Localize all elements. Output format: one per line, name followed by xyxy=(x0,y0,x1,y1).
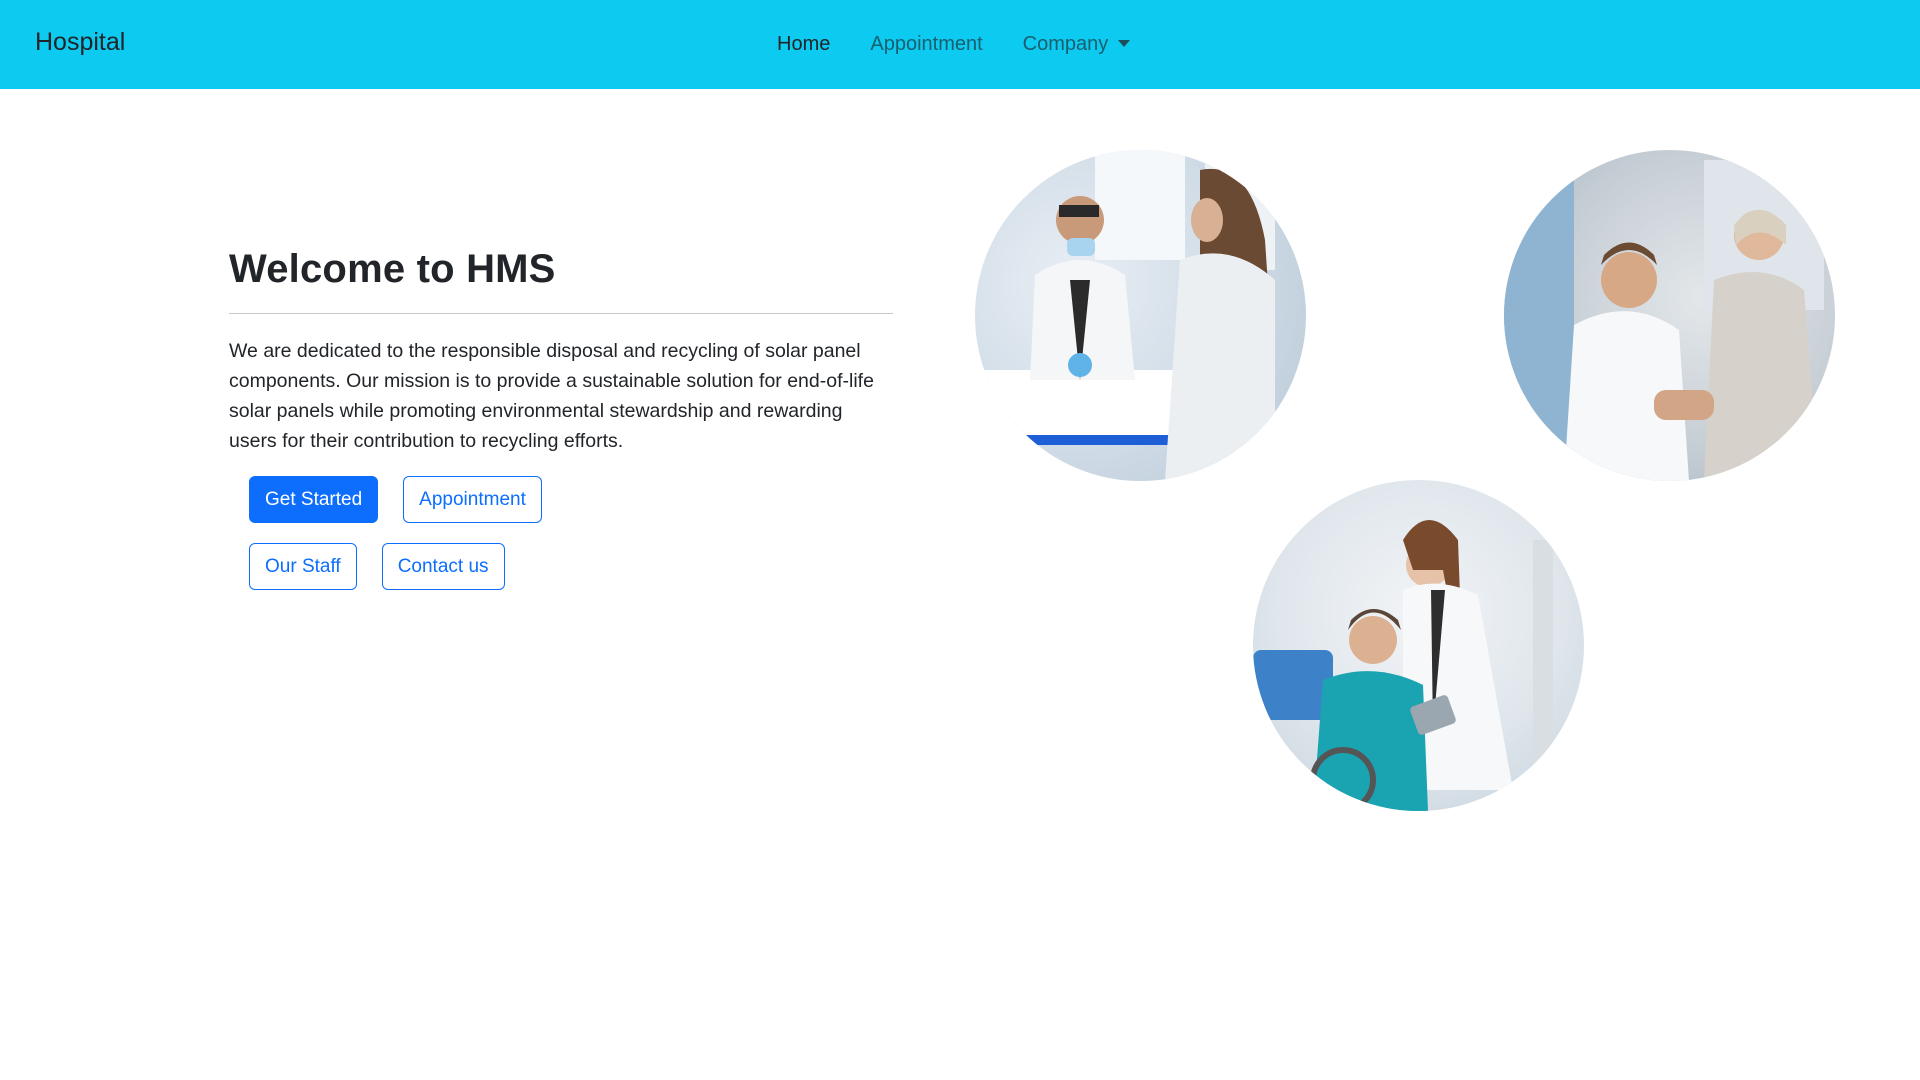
hero-title: Welcome to HMS xyxy=(229,247,556,291)
appointment-button[interactable]: Appointment xyxy=(403,476,542,523)
brand-link[interactable]: Hospital xyxy=(35,28,125,57)
nav-home[interactable]: Home xyxy=(757,0,850,89)
divider xyxy=(229,313,893,314)
our-staff-button[interactable]: Our Staff xyxy=(249,543,357,590)
nav-appointment[interactable]: Appointment xyxy=(850,0,1002,89)
doctor-elderly-patient-photo-icon xyxy=(1504,150,1824,481)
contact-us-button[interactable]: Contact us xyxy=(381,543,505,590)
nav-company-dropdown[interactable]: Company xyxy=(1003,0,1151,89)
hero-button-row-2: Our Staff Contact us xyxy=(229,543,893,590)
doctor-elderly-image xyxy=(1504,150,1835,481)
hero-button-row-1: Get Started Appointment xyxy=(229,476,893,523)
navbar: Hospital Home Appointment Company xyxy=(0,0,1920,89)
get-started-button[interactable]: Get Started xyxy=(249,476,379,523)
nav-company-label: Company xyxy=(1022,33,1109,55)
caret-down-icon xyxy=(1118,40,1131,47)
doctor-consultation-image xyxy=(975,150,1306,481)
hero-description: We are dedicated to the responsible disp… xyxy=(229,340,874,452)
doctor-wheelchair-image xyxy=(1253,480,1584,811)
doctor-wheelchair-patient-photo-icon xyxy=(1253,520,1553,811)
doctor-patient-consultation-photo-icon xyxy=(975,150,1275,481)
nav-home-label: Home xyxy=(777,33,831,55)
nav-appointment-label: Appointment xyxy=(870,33,983,55)
nav-links: Home Appointment Company xyxy=(757,0,1150,89)
hero-section: Welcome to HMS We are dedicated to the r… xyxy=(229,245,893,590)
